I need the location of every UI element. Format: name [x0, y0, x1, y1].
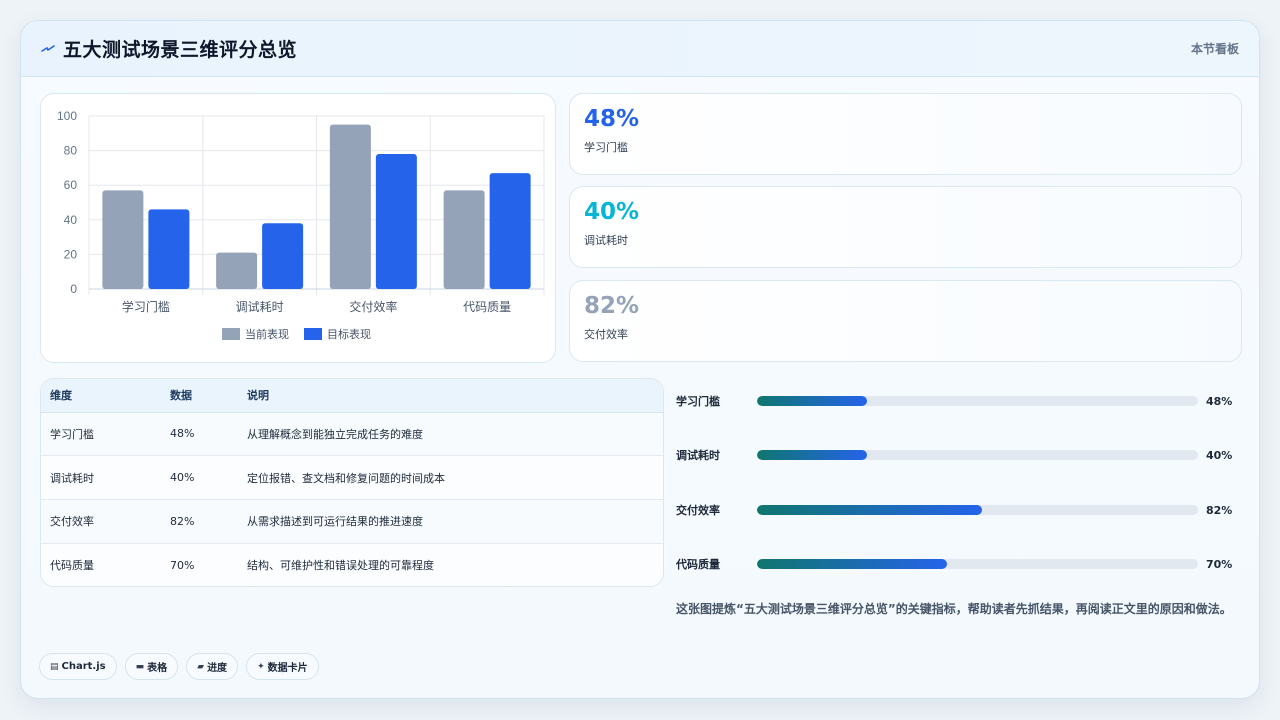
kpi-label: 学习门槛 [584, 141, 628, 154]
x-tick-label: 学习门槛 [122, 299, 170, 314]
table-cell: 48% [170, 427, 195, 441]
y-tick-label: 40 [64, 213, 78, 227]
table-cell: 结构、可维护性和错误处理的可靠程度 [247, 559, 434, 573]
progress-track [757, 450, 1198, 460]
progress-fill [757, 559, 947, 569]
kpi-value: 82% [584, 293, 640, 319]
table-cell: 从需求描述到可运行结果的推进速度 [247, 515, 423, 529]
x-tick-label: 交付效率 [349, 299, 397, 314]
legend-label: 当前表现 [245, 327, 289, 341]
y-tick-label: 80 [64, 144, 78, 158]
y-tick-label: 100 [57, 109, 77, 123]
bar [216, 252, 258, 289]
kpi-label: 调试耗时 [584, 234, 628, 247]
progress-value: 70% [1206, 557, 1233, 571]
kpi-card-delivery: 82% 交付效率 [569, 280, 1242, 362]
x-tick-label: 代码质量 [463, 300, 511, 314]
metrics-table-panel: 维度 数据 说明 学习门槛 48% 从理解概念到能独立完成任务的难度 调试耗时 … [40, 378, 664, 587]
chip-table[interactable]: ▬ 表格 [124, 653, 179, 680]
progress-label: 代码质量 [676, 558, 720, 571]
kpi-value: 40% [584, 199, 640, 225]
bar [375, 154, 417, 289]
kpi-label: 交付效率 [584, 328, 628, 341]
column-header: 数据 [161, 379, 238, 413]
table-cell: 定位报错、查文档和修复问题的时间成本 [247, 471, 445, 485]
progress-fill [757, 505, 982, 515]
card-icon: ✦ [257, 661, 265, 672]
table-cell: 从理解概念到能独立完成任务的难度 [247, 427, 423, 441]
bar-chart-panel: 0 20 40 60 80 100 学习门槛 调试耗时 交付效率 代码质量当前表现 目标表现 [40, 93, 556, 363]
progress-track [757, 505, 1198, 515]
chip-data-card[interactable]: ✦ 数据卡片 [246, 653, 319, 680]
progress-fill [757, 396, 868, 406]
bar [148, 209, 190, 289]
legend-swatch [222, 328, 240, 340]
progress-value: 40% [1206, 448, 1233, 462]
progress-row-debug: 调试耗时 40% [676, 445, 1236, 465]
table-header-row: 维度 数据 说明 [41, 379, 663, 413]
y-tick-label: 0 [70, 282, 77, 296]
spark-icon [41, 42, 55, 56]
progress-icon: ▰ [197, 661, 205, 672]
kpi-card-debug: 40% 调试耗时 [569, 186, 1242, 268]
column-header: 说明 [238, 379, 663, 413]
chip-label: 数据卡片 [267, 663, 308, 674]
table-cell: 代码质量 [50, 559, 94, 573]
summary-text: 这张图提炼“五大测试场景三维评分总览”的关键指标，帮助读者先抓结果，再阅读正文里… [676, 602, 1232, 616]
column-header: 维度 [41, 379, 161, 413]
progress-value: 82% [1206, 503, 1233, 517]
metrics-table: 维度 数据 说明 学习门槛 48% 从理解概念到能独立完成任务的难度 调试耗时 … [41, 379, 663, 586]
progress-row-learning: 学习门槛 48% [676, 391, 1236, 411]
page-title: 五大测试场景三维评分总览 [63, 39, 298, 61]
progress-label: 交付效率 [676, 504, 720, 517]
table-row: 调试耗时 40% 定位报错、查文档和修复问题的时间成本 [41, 455, 663, 500]
table-icon: ▬ [135, 661, 145, 672]
progress-fill [757, 450, 868, 460]
table-cell: 学习门槛 [50, 427, 94, 441]
progress-label: 调试耗时 [676, 449, 720, 462]
section-label: 本节看板 [1190, 42, 1239, 56]
x-tick-label: 调试耗时 [236, 299, 284, 314]
bar [262, 223, 304, 289]
table-cell: 交付效率 [50, 515, 94, 529]
progress-track [757, 396, 1198, 406]
page-header: 五大测试场景三维评分总览 本节看板 [21, 21, 1259, 77]
chart-icon: ▤ [50, 661, 59, 672]
kpi-value: 48% [584, 106, 640, 132]
tech-chip-list: ▤ Chart.js ▬ 表格 ▰ 进度 ✦ 数据卡片 [39, 653, 319, 680]
bar [443, 190, 485, 289]
bar [489, 173, 531, 289]
table-cell: 调试耗时 [50, 471, 94, 485]
y-tick-label: 60 [64, 178, 78, 192]
table-cell: 40% [170, 471, 195, 485]
kpi-card-learning: 48% 学习门槛 [569, 93, 1242, 175]
y-tick-label: 20 [64, 247, 78, 261]
bar [329, 124, 371, 290]
table-cell: 70% [170, 558, 195, 572]
legend-swatch [304, 328, 322, 340]
chip-progress[interactable]: ▰ 进度 [186, 653, 239, 680]
chip-chartjs[interactable]: ▤ Chart.js [39, 653, 117, 680]
dashboard-frame: 五大测试场景三维评分总览 本节看板 0 20 40 60 80 100 学习门槛 调试耗时 交付… [20, 20, 1260, 699]
table-row: 学习门槛 48% 从理解概念到能独立完成任务的难度 [41, 412, 663, 456]
table-row: 代码质量 70% 结构、可维护性和错误处理的可靠程度 [41, 543, 663, 586]
progress-track [757, 559, 1198, 569]
table-row: 交付效率 82% 从需求描述到可运行结果的推进速度 [41, 499, 663, 544]
legend-label: 目标表现 [327, 327, 371, 341]
bar-chart: 0 20 40 60 80 100 学习门槛 调试耗时 交付效率 代码质量当前表现 目标表现 [57, 109, 545, 341]
table-cell: 82% [170, 514, 195, 528]
chip-label: 表格 [147, 663, 168, 674]
bar [102, 190, 144, 289]
chip-label: 进度 [207, 663, 228, 674]
chip-label: Chart.js [61, 661, 106, 672]
progress-row-delivery: 交付效率 82% [676, 500, 1236, 520]
progress-row-quality: 代码质量 70% [676, 554, 1236, 574]
progress-value: 48% [1206, 394, 1233, 408]
progress-label: 学习门槛 [676, 395, 720, 408]
